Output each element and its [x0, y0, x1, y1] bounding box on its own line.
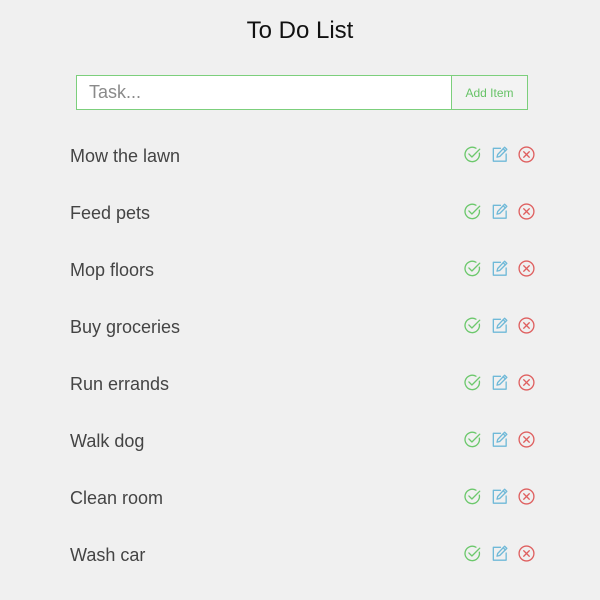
todo-item: Buy groceries — [70, 298, 540, 355]
check-circle-icon[interactable] — [463, 544, 482, 563]
todo-actions — [463, 316, 540, 335]
edit-icon[interactable] — [490, 316, 509, 335]
task-input[interactable] — [76, 75, 451, 110]
todo-item: Mow the lawn — [70, 127, 540, 184]
check-circle-icon[interactable] — [463, 316, 482, 335]
check-circle-icon[interactable] — [463, 487, 482, 506]
check-circle-icon[interactable] — [463, 202, 482, 221]
todo-item: Wash car — [70, 526, 540, 583]
add-task-form: Add Item — [76, 75, 528, 110]
edit-icon[interactable] — [490, 430, 509, 449]
check-circle-icon[interactable] — [463, 430, 482, 449]
page-title: To Do List — [246, 17, 354, 44]
close-circle-icon[interactable] — [517, 202, 536, 221]
close-circle-icon[interactable] — [517, 259, 536, 278]
todo-actions — [463, 202, 540, 221]
add-item-button[interactable]: Add Item — [451, 75, 528, 110]
todo-text: Run errands — [70, 373, 170, 394]
todo-actions — [463, 544, 540, 563]
edit-icon[interactable] — [490, 373, 509, 392]
todo-item: Feed pets — [70, 184, 540, 241]
todo-text: Clean room — [70, 487, 164, 508]
edit-icon[interactable] — [490, 202, 509, 221]
todo-text: Buy groceries — [70, 316, 181, 337]
todo-list: Mow the lawn Feed pets Mop floors Buy gr… — [70, 127, 540, 583]
todo-actions — [463, 373, 540, 392]
check-circle-icon[interactable] — [463, 259, 482, 278]
edit-icon[interactable] — [490, 145, 509, 164]
todo-text: Feed pets — [70, 202, 151, 223]
todo-app: To Do List Add Item Mow the lawn Feed pe… — [0, 0, 600, 600]
todo-text: Mop floors — [70, 259, 155, 280]
todo-item: Run errands — [70, 355, 540, 412]
check-circle-icon[interactable] — [463, 373, 482, 392]
close-circle-icon[interactable] — [517, 544, 536, 563]
close-circle-icon[interactable] — [517, 430, 536, 449]
todo-text: Walk dog — [70, 430, 145, 451]
close-circle-icon[interactable] — [517, 373, 536, 392]
edit-icon[interactable] — [490, 544, 509, 563]
todo-actions — [463, 259, 540, 278]
todo-item: Walk dog — [70, 412, 540, 469]
todo-text: Mow the lawn — [70, 145, 181, 166]
close-circle-icon[interactable] — [517, 145, 536, 164]
edit-icon[interactable] — [490, 487, 509, 506]
check-circle-icon[interactable] — [463, 145, 482, 164]
todo-actions — [463, 145, 540, 164]
edit-icon[interactable] — [490, 259, 509, 278]
close-circle-icon[interactable] — [517, 487, 536, 506]
todo-text: Wash car — [70, 544, 146, 565]
todo-actions — [463, 487, 540, 506]
close-circle-icon[interactable] — [517, 316, 536, 335]
todo-item: Clean room — [70, 469, 540, 526]
todo-actions — [463, 430, 540, 449]
todo-item: Mop floors — [70, 241, 540, 298]
